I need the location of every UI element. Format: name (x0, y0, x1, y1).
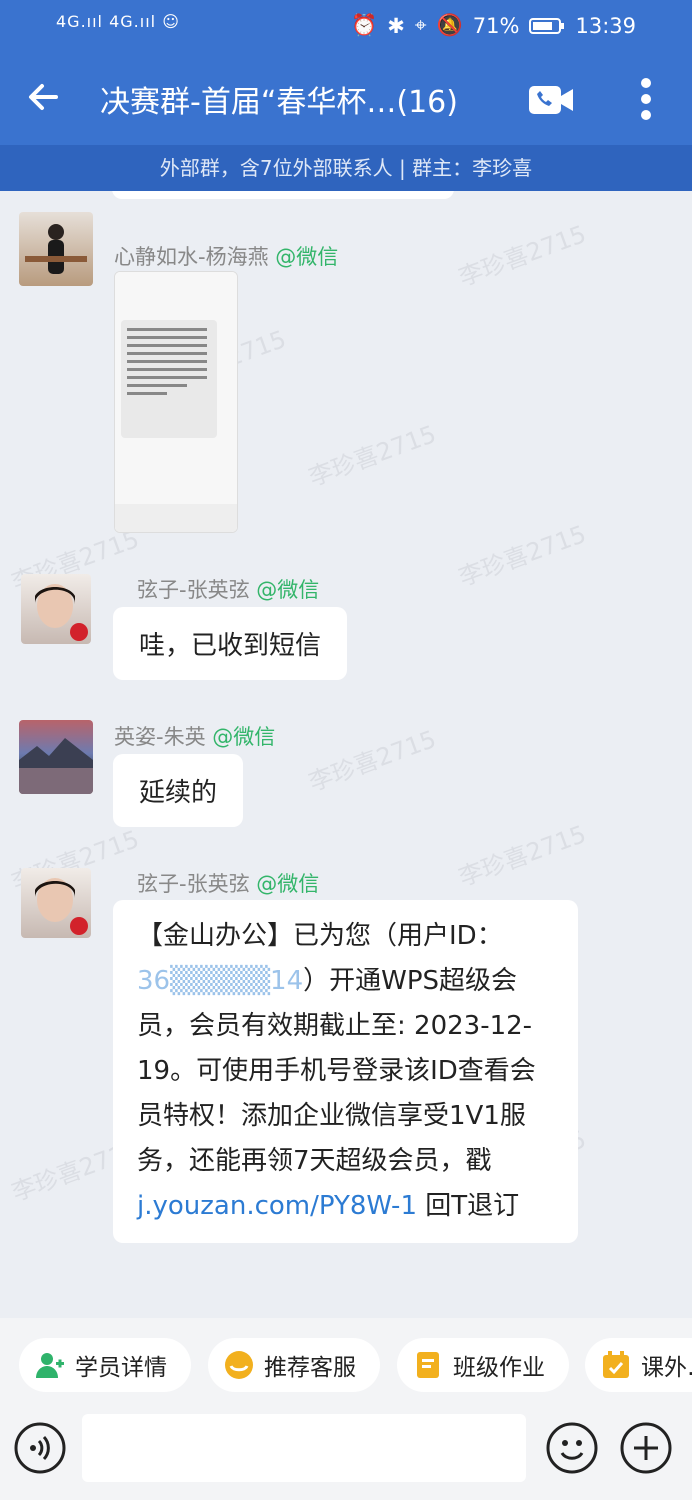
more-options-icon[interactable] (638, 77, 654, 121)
watermark: 李珍喜2715 (455, 519, 590, 592)
status-right: ⏰ ✱ ⌖ 🔕 71% 13:39 (351, 13, 636, 38)
watermark: 李珍喜2715 (305, 419, 440, 492)
emoji-icon[interactable] (546, 1422, 598, 1474)
battery-icon (529, 17, 565, 34)
message-list[interactable]: 李珍喜2715 李珍喜2715 李珍喜2715 李珍喜2715 李珍喜2715 … (0, 191, 692, 1318)
add-more-icon[interactable] (620, 1422, 672, 1474)
sender-name: 弦子-张英弦 @微信 (137, 868, 319, 898)
wechat-tag: @微信 (275, 245, 339, 269)
watermark: 李珍喜2715 (455, 219, 590, 292)
input-bar (0, 1414, 692, 1500)
wechat-tag: @微信 (256, 872, 320, 896)
student-icon (36, 1353, 64, 1378)
sender-name-text: 弦子-张英弦 (137, 872, 250, 896)
watermark: 李珍喜2715 (455, 819, 590, 892)
image-message-thumbnail[interactable] (114, 271, 238, 533)
message-input[interactable] (82, 1414, 526, 1482)
bluetooth-icon: ✱ (387, 13, 405, 38)
signal-2-label: 4G (109, 12, 134, 31)
wechat-tag: @微信 (256, 578, 320, 602)
sender-name: 弦子-张英弦 @微信 (137, 574, 319, 604)
extracurricular-button[interactable]: 课外… (585, 1338, 692, 1392)
recommend-service-button[interactable]: 推荐客服 (208, 1338, 380, 1392)
status-bar: 4G.ııl 4G.ııl ☺ ⏰ ✱ ⌖ 🔕 71% 13:39 (0, 0, 692, 55)
voice-input-icon[interactable] (14, 1422, 66, 1474)
signal-1-label: 4G (56, 12, 81, 31)
wechat-icon: ☺ (162, 12, 180, 31)
wechat-tag: @微信 (212, 725, 276, 749)
sms-text-part: 【金山办公】已为您（用户ID： (137, 921, 503, 951)
masked-user-id: 36▒▒▒▒▒14 (137, 966, 304, 996)
avatar[interactable] (19, 720, 93, 794)
chip-label: 推荐客服 (264, 1355, 356, 1381)
chip-label: 班级作业 (453, 1355, 545, 1381)
chip-label: 学员详情 (75, 1355, 167, 1381)
calendar-icon (603, 1351, 629, 1378)
avatar[interactable] (19, 212, 93, 286)
sms-text-message-bubble[interactable]: 【金山办公】已为您（用户ID： 36▒▒▒▒▒14）开通WPS超级会员，会员有效期… (113, 900, 578, 1243)
homework-icon (417, 1352, 439, 1378)
mute-icon: 🔕 (436, 13, 463, 37)
previous-message-bubble (112, 191, 454, 199)
back-arrow-icon[interactable] (22, 75, 66, 119)
clock: 13:39 (575, 13, 636, 38)
sms-text-part: ）开通WPS超级会员，会员有效期截止至: 2023-12-19。可使用手机号登录… (137, 966, 536, 1176)
watermark: 李珍喜2715 (305, 724, 440, 797)
signal-bars-icon: .ııl (133, 12, 157, 31)
video-call-icon[interactable] (527, 82, 575, 118)
text-message-bubble[interactable]: 延续的 (113, 754, 244, 827)
chat-title[interactable]: 决赛群-首届“春华杯…(16) (100, 77, 458, 121)
sms-link[interactable]: j.youzan.com/PY8W-1 (137, 1191, 417, 1221)
sender-name-text: 心静如水-杨海燕 (114, 245, 269, 269)
location-icon: ⌖ (414, 13, 427, 37)
group-info-bar[interactable]: 外部群，含7位外部联系人 | 群主：李珍喜 (0, 145, 692, 191)
sender-name: 英姿-朱英 @微信 (114, 721, 275, 751)
sender-name-text: 弦子-张英弦 (137, 578, 250, 602)
sms-text-part: 回T退订 (416, 1191, 520, 1221)
signal-bars-icon: .ııl (80, 12, 103, 31)
chat-header: 决赛群-首届“春华杯…(16) (0, 55, 692, 145)
text-message-bubble[interactable]: 哇，已收到短信 (113, 607, 348, 680)
alarm-icon: ⏰ (351, 13, 378, 37)
sender-name-text: 英姿-朱英 (114, 725, 206, 749)
quick-action-bar: 学员详情 推荐客服 班级作业 课外… (0, 1318, 692, 1414)
chip-label: 课外… (641, 1355, 692, 1381)
sender-name: 心静如水-杨海燕 @微信 (114, 241, 338, 271)
battery-percent: 71% (472, 13, 520, 38)
class-homework-button[interactable]: 班级作业 (397, 1338, 569, 1392)
signal-indicators: 4G.ııl 4G.ııl ☺ (56, 12, 180, 31)
service-icon (225, 1351, 253, 1379)
avatar[interactable] (21, 868, 91, 938)
student-details-button[interactable]: 学员详情 (19, 1338, 191, 1392)
avatar[interactable] (21, 574, 91, 644)
